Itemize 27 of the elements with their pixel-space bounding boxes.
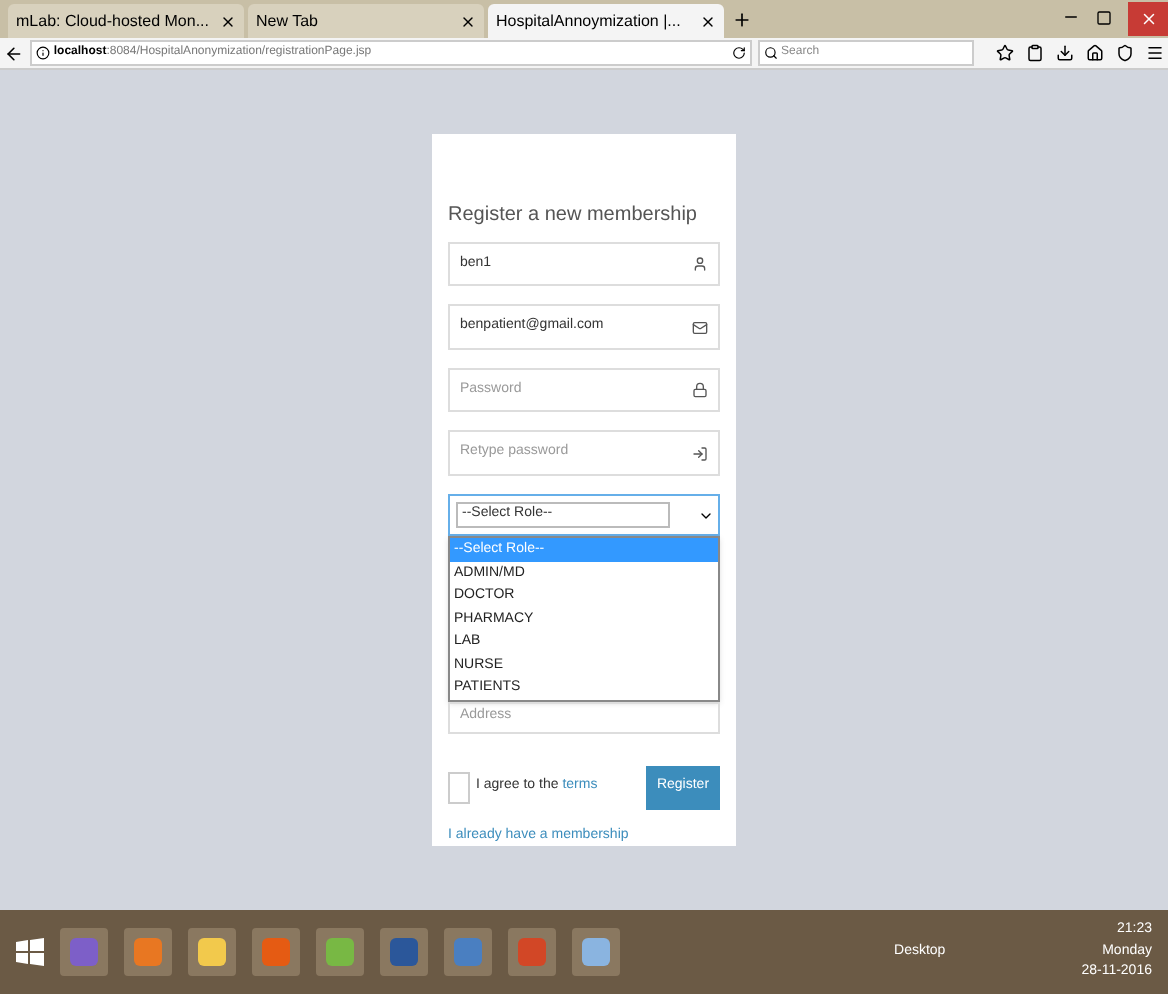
close-icon[interactable]: [220, 13, 236, 29]
login-icon: [692, 445, 708, 462]
bookmark-icon[interactable]: [996, 44, 1015, 62]
form-title: Register a new membership: [448, 202, 699, 230]
checkbox[interactable]: [448, 771, 470, 803]
reload-icon[interactable]: [731, 46, 746, 60]
download-icon[interactable]: [1056, 44, 1075, 62]
lock-icon: [692, 382, 708, 399]
taskbar-app-icon[interactable]: [188, 928, 236, 976]
windows-icon[interactable]: [16, 938, 44, 966]
browser-tab[interactable]: mLab: Cloud-hosted Mon...: [8, 4, 244, 38]
browser-tab[interactable]: New Tab: [248, 4, 484, 38]
user-icon: [692, 256, 708, 273]
mail-icon: [692, 319, 708, 336]
home-icon[interactable]: [1086, 44, 1105, 62]
close-icon: [1139, 10, 1157, 28]
search-icon: [763, 46, 778, 60]
browser-tab[interactable]: HospitalAnnoymization |...: [488, 4, 724, 38]
back-icon[interactable]: [4, 43, 24, 63]
menu-icon[interactable]: [1146, 44, 1165, 62]
maximize-icon[interactable]: [1096, 10, 1112, 26]
new-tab-icon[interactable]: [732, 10, 752, 30]
close-icon[interactable]: [460, 13, 476, 29]
close-icon[interactable]: [700, 13, 716, 29]
clipboard-icon[interactable]: [1026, 44, 1045, 62]
info-icon: [35, 46, 50, 60]
shield-icon[interactable]: [1116, 44, 1135, 62]
